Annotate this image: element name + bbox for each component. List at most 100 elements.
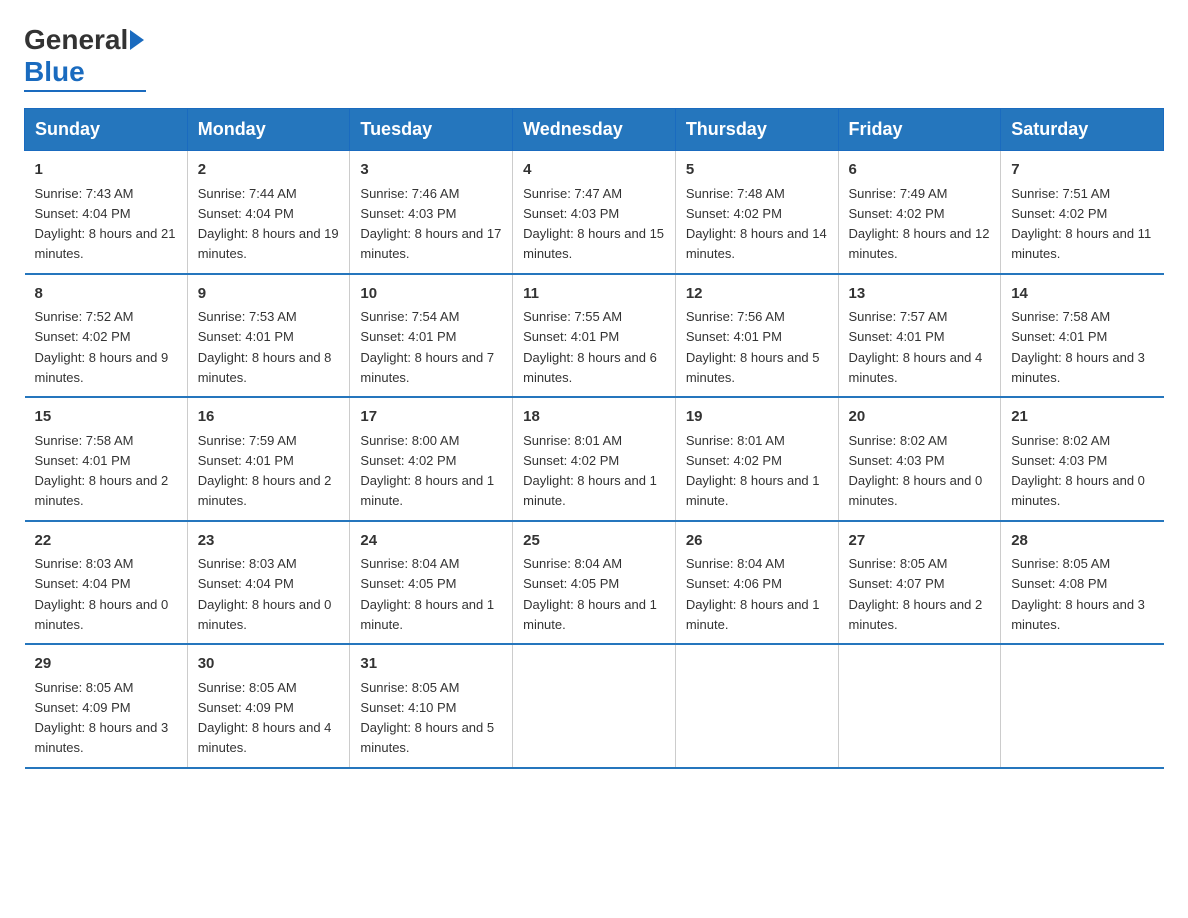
daylight-info: Daylight: 8 hours and 5 minutes. [360,720,494,755]
day-number: 27 [849,530,991,553]
sunrise-info: Sunrise: 7:54 AM [360,309,459,324]
sunrise-info: Sunrise: 7:48 AM [686,186,785,201]
day-number: 12 [686,283,828,306]
daylight-info: Daylight: 8 hours and 2 minutes. [198,473,332,508]
calendar-cell: 24Sunrise: 8:04 AMSunset: 4:05 PMDayligh… [350,521,513,645]
header-monday: Monday [187,109,350,151]
calendar-cell: 29Sunrise: 8:05 AMSunset: 4:09 PMDayligh… [25,644,188,768]
sunrise-info: Sunrise: 7:49 AM [849,186,948,201]
day-number: 4 [523,159,665,182]
daylight-info: Daylight: 8 hours and 0 minutes. [35,597,169,632]
header-thursday: Thursday [675,109,838,151]
sunrise-info: Sunrise: 8:02 AM [1011,433,1110,448]
sunrise-info: Sunrise: 7:52 AM [35,309,134,324]
header-friday: Friday [838,109,1001,151]
sunrise-info: Sunrise: 8:05 AM [849,556,948,571]
day-number: 17 [360,406,502,429]
calendar-cell: 25Sunrise: 8:04 AMSunset: 4:05 PMDayligh… [513,521,676,645]
sunrise-info: Sunrise: 8:02 AM [849,433,948,448]
daylight-info: Daylight: 8 hours and 3 minutes. [1011,350,1145,385]
calendar-cell: 22Sunrise: 8:03 AMSunset: 4:04 PMDayligh… [25,521,188,645]
sunset-info: Sunset: 4:04 PM [198,576,294,591]
sunrise-info: Sunrise: 7:44 AM [198,186,297,201]
daylight-info: Daylight: 8 hours and 3 minutes. [1011,597,1145,632]
sunrise-info: Sunrise: 8:01 AM [686,433,785,448]
sunset-info: Sunset: 4:01 PM [198,453,294,468]
week-row-4: 22Sunrise: 8:03 AMSunset: 4:04 PMDayligh… [25,521,1164,645]
calendar-cell: 14 Sunrise: 7:58 AM Sunset: 4:01 PM Dayligh… [1001,274,1164,398]
header-saturday: Saturday [1001,109,1164,151]
day-number: 11 [523,283,665,306]
calendar-cell: 3Sunrise: 7:46 AMSunset: 4:03 PMDaylight… [350,151,513,274]
header-wednesday: Wednesday [513,109,676,151]
day-number: 31 [360,653,502,676]
daylight-info: Daylight: 8 hours and 5 minutes. [686,350,820,385]
logo-blue-text: Blue [24,56,85,88]
daylight-info: Daylight: 8 hours and 0 minutes. [1011,473,1145,508]
sunset-info: Sunset: 4:01 PM [360,329,456,344]
calendar-cell: 6Sunrise: 7:49 AMSunset: 4:02 PMDaylight… [838,151,1001,274]
day-number: 21 [1011,406,1153,429]
sunrise-info: Sunrise: 8:05 AM [360,680,459,695]
day-number: 9 [198,283,340,306]
daylight-info: Daylight: 8 hours and 19 minutes. [198,226,339,261]
calendar-cell: 27 Sunrise: 8:05 AM Sunset: 4:07 PM Dayligh… [838,521,1001,645]
sunset-info: Sunset: 4:06 PM [686,576,782,591]
daylight-info: Daylight: 8 hours and 4 minutes. [198,720,332,755]
calendar-cell: 18Sunrise: 8:01 AMSunset: 4:02 PMDayligh… [513,397,676,521]
calendar-cell: 1Sunrise: 7:43 AMSunset: 4:04 PMDaylight… [25,151,188,274]
daylight-info: Daylight: 8 hours and 3 minutes. [35,720,169,755]
sunrise-info: Sunrise: 7:53 AM [198,309,297,324]
daylight-info: Daylight: 8 hours and 21 minutes. [35,226,176,261]
sunrise-info: Sunrise: 8:05 AM [35,680,134,695]
daylight-info: Daylight: 8 hours and 2 minutes. [849,597,983,632]
day-number: 26 [686,530,828,553]
sunset-info: Sunset: 4:09 PM [198,700,294,715]
sunset-info: Sunset: 4:02 PM [849,206,945,221]
sunset-info: Sunset: 4:03 PM [849,453,945,468]
day-number: 7 [1011,159,1153,182]
day-number: 18 [523,406,665,429]
calendar-cell: 31Sunrise: 8:05 AMSunset: 4:10 PMDayligh… [350,644,513,768]
sunset-info: Sunset: 4:01 PM [1011,329,1107,344]
sunrise-info: Sunrise: 7:58 AM [35,433,134,448]
sunset-info: Sunset: 4:07 PM [849,576,945,591]
sunrise-info: Sunrise: 7:55 AM [523,309,622,324]
calendar-cell [675,644,838,768]
sunset-info: Sunset: 4:02 PM [686,206,782,221]
sunrise-info: Sunrise: 7:46 AM [360,186,459,201]
day-number: 14 [1011,283,1153,306]
week-row-2: 8Sunrise: 7:52 AMSunset: 4:02 PMDaylight… [25,274,1164,398]
sunrise-info: Sunrise: 7:59 AM [198,433,297,448]
sunset-info: Sunset: 4:01 PM [849,329,945,344]
sunrise-info: Sunrise: 8:05 AM [198,680,297,695]
calendar-cell: 5Sunrise: 7:48 AMSunset: 4:02 PMDaylight… [675,151,838,274]
calendar-cell: 12Sunrise: 7:56 AMSunset: 4:01 PMDayligh… [675,274,838,398]
sunrise-info: Sunrise: 8:03 AM [35,556,134,571]
calendar-cell [838,644,1001,768]
calendar-cell: 11 Sunrise: 7:55 AM Sunset: 4:01 PM Dayligh… [513,274,676,398]
sunrise-info: Sunrise: 8:05 AM [1011,556,1110,571]
sunrise-info: Sunrise: 7:58 AM [1011,309,1110,324]
day-number: 29 [35,653,177,676]
day-number: 19 [686,406,828,429]
sunset-info: Sunset: 4:04 PM [198,206,294,221]
logo: General Blue [24,24,146,92]
sunset-info: Sunset: 4:03 PM [523,206,619,221]
calendar-cell: 8Sunrise: 7:52 AMSunset: 4:02 PMDaylight… [25,274,188,398]
day-number: 23 [198,530,340,553]
daylight-info: Daylight: 8 hours and 9 minutes. [35,350,169,385]
sunset-info: Sunset: 4:02 PM [523,453,619,468]
daylight-info: Daylight: 8 hours and 6 minutes. [523,350,657,385]
calendar-cell: 28Sunrise: 8:05 AMSunset: 4:08 PMDayligh… [1001,521,1164,645]
daylight-info: Daylight: 8 hours and 0 minutes. [198,597,332,632]
sunset-info: Sunset: 4:01 PM [523,329,619,344]
day-number: 24 [360,530,502,553]
day-number: 1 [35,159,177,182]
sunset-info: Sunset: 4:02 PM [360,453,456,468]
daylight-info: Daylight: 8 hours and 1 minute. [360,597,494,632]
calendar-cell: 4Sunrise: 7:47 AMSunset: 4:03 PMDaylight… [513,151,676,274]
calendar-cell: 9Sunrise: 7:53 AMSunset: 4:01 PMDaylight… [187,274,350,398]
daylight-info: Daylight: 8 hours and 12 minutes. [849,226,990,261]
calendar-cell: 26Sunrise: 8:04 AMSunset: 4:06 PMDayligh… [675,521,838,645]
